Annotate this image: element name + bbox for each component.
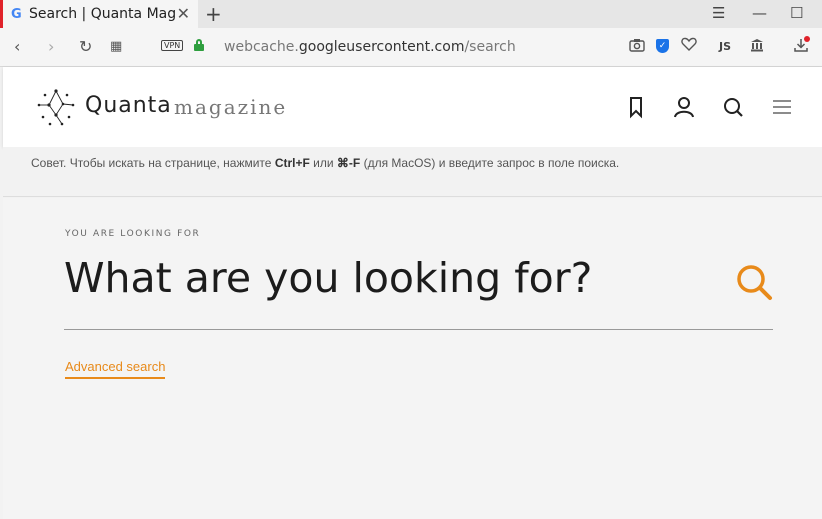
quanta-logo-icon[interactable] <box>35 87 77 127</box>
tab-strip: G Search | Quanta Magazine ✕ + ☰ — ☐ <box>0 0 822 28</box>
js-toggle-icon[interactable]: JS <box>719 40 731 53</box>
search-input[interactable] <box>64 247 729 309</box>
url-path: /search <box>464 39 516 55</box>
search-submit-icon[interactable] <box>735 263 773 301</box>
forward-icon[interactable]: › <box>48 37 54 56</box>
url-host: googleusercontent.com <box>298 39 465 55</box>
back-icon[interactable]: ‹ <box>14 37 20 56</box>
search-eyebrow-label: YOU ARE LOOKING FOR <box>65 229 201 239</box>
minimize-button[interactable]: — <box>752 4 767 22</box>
new-tab-button[interactable]: + <box>205 2 222 26</box>
search-icon[interactable] <box>722 95 744 119</box>
wallet-icon[interactable] <box>750 38 764 56</box>
shield-icon[interactable]: ✓ <box>656 39 669 53</box>
search-tip-bar: Совет. Чтобы искать на странице, нажмите… <box>3 147 822 197</box>
menu-icon[interactable] <box>771 95 793 119</box>
maximize-button[interactable]: ☐ <box>790 4 803 22</box>
tab-title: Search | Quanta Magazine <box>29 6 175 22</box>
advanced-search-link[interactable]: Advanced search <box>65 359 166 379</box>
lock-icon[interactable] <box>194 39 204 51</box>
search-underline <box>64 329 773 330</box>
heart-icon[interactable] <box>681 37 697 55</box>
close-tab-icon[interactable]: ✕ <box>177 4 190 23</box>
bookmark-icon[interactable] <box>625 95 647 119</box>
tabs-menu-icon[interactable]: ☰ <box>712 4 725 22</box>
logo-text-secondary[interactable]: magazine <box>174 95 287 119</box>
url-prefix: webcache. <box>224 39 299 55</box>
address-bar: ‹ › ↻ ▦ VPN webcache.googleusercontent.c… <box>0 28 822 67</box>
reload-icon[interactable]: ↻ <box>79 37 92 56</box>
logo-text-primary[interactable]: Quanta <box>85 93 172 118</box>
download-badge <box>804 36 810 42</box>
speed-dial-icon[interactable]: ▦ <box>110 39 122 54</box>
camera-icon[interactable] <box>629 38 645 56</box>
page-content: Quanta magazine Совет. Чтобы искать на с… <box>0 67 822 519</box>
user-icon[interactable] <box>673 95 695 119</box>
vpn-badge[interactable]: VPN <box>161 40 184 51</box>
url-field[interactable]: webcache.googleusercontent.com/search <box>224 39 516 55</box>
site-header: Quanta magazine <box>3 67 822 147</box>
browser-tab[interactable]: G Search | Quanta Magazine ✕ <box>0 0 198 28</box>
search-tip-text: Совет. Чтобы искать на странице, нажмите… <box>31 156 620 170</box>
google-favicon-icon: G <box>11 6 22 22</box>
